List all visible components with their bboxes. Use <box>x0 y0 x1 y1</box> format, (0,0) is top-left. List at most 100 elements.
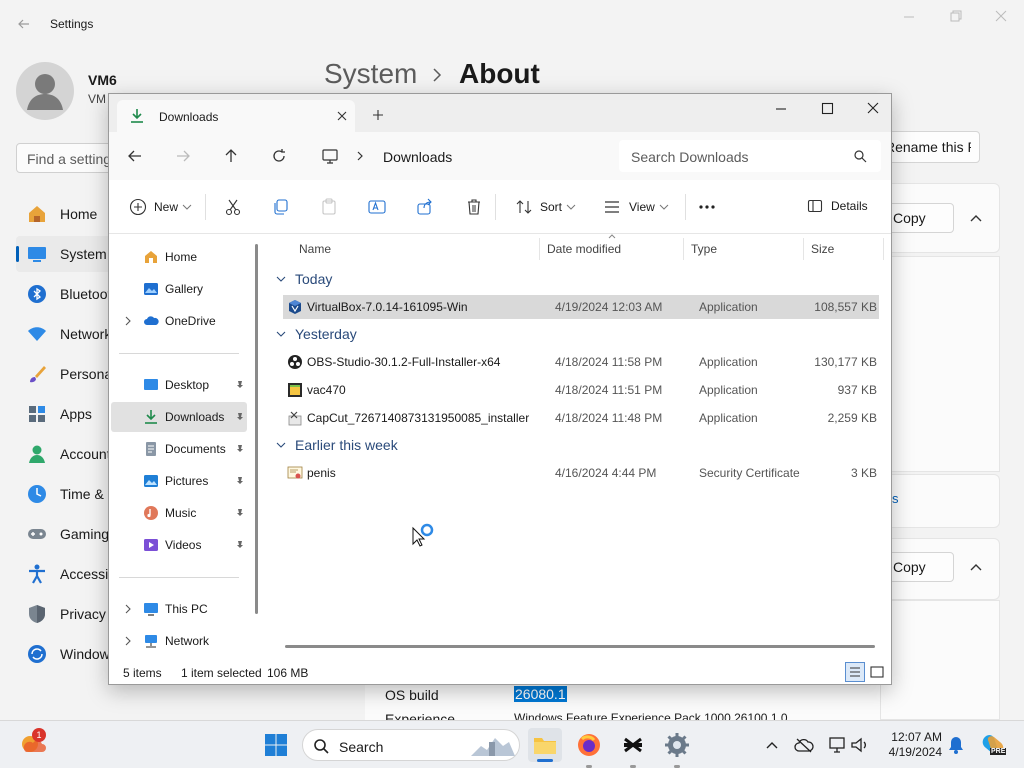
system-clock[interactable]: 12:07 AM 4/19/2024 <box>878 730 942 760</box>
file-row-certificate[interactable]: penis 4/16/2024 4:44 PM Security Certifi… <box>283 461 879 485</box>
column-divider[interactable] <box>803 238 804 260</box>
related-link[interactable]: s <box>892 491 899 506</box>
volume-icon[interactable] <box>850 736 870 754</box>
tiles-view-icon[interactable] <box>869 664 885 680</box>
pin-icon[interactable] <box>235 412 245 422</box>
nav-this-pc[interactable]: This PC <box>111 594 247 624</box>
nav-home[interactable]: Home <box>111 242 247 272</box>
file-row-vac470[interactable]: vac470 4/18/2024 11:51 PM Application 93… <box>283 378 879 402</box>
group-header-today[interactable]: Today <box>275 271 332 287</box>
group-header-earlier-this-week[interactable]: Earlier this week <box>275 437 398 453</box>
pin-icon[interactable] <box>235 540 245 550</box>
taskbar-search[interactable]: Search <box>302 729 520 761</box>
nav-music[interactable]: Music <box>111 498 247 528</box>
refresh-icon[interactable] <box>269 146 289 166</box>
breadcrumb-system[interactable]: System <box>324 58 417 90</box>
back-arrow-icon[interactable] <box>14 14 34 34</box>
display-icon[interactable] <box>828 736 848 754</box>
column-divider[interactable] <box>883 238 884 260</box>
nav-gallery[interactable]: Gallery <box>111 274 247 304</box>
copy-icon[interactable] <box>272 198 290 216</box>
new-button[interactable]: New <box>129 198 193 216</box>
active-indicator <box>537 759 553 762</box>
chevron-up-icon[interactable] <box>966 208 986 228</box>
more-options-icon[interactable] <box>698 198 716 216</box>
nav-scrollbar[interactable] <box>255 244 258 614</box>
folder-icon <box>534 738 556 754</box>
file-row-obs[interactable]: OBS-Studio-30.1.2-Full-Installer-x64 4/1… <box>283 350 879 374</box>
chevron-right-icon[interactable] <box>123 604 133 614</box>
tab-downloads[interactable]: Downloads <box>117 100 355 132</box>
close-icon[interactable] <box>861 99 885 119</box>
nav-onedrive[interactable]: OneDrive <box>111 306 247 336</box>
column-type[interactable]: Type <box>691 242 717 256</box>
weather-widget[interactable]: 1 <box>18 728 48 760</box>
start-icon[interactable] <box>264 733 288 757</box>
file-row-virtualbox[interactable]: VirtualBox-7.0.14-161095-Win 4/19/2024 1… <box>283 295 879 319</box>
share-icon[interactable] <box>416 198 434 216</box>
obs-icon <box>288 355 302 369</box>
close-icon[interactable] <box>989 8 1013 26</box>
certificate-icon <box>287 466 303 479</box>
view-button[interactable]: View <box>603 198 670 216</box>
details-view-button[interactable] <box>845 662 865 682</box>
forward-arrow-icon[interactable] <box>173 146 193 166</box>
onedrive-offline-icon[interactable] <box>794 736 814 754</box>
pc-icon <box>144 603 158 616</box>
download-icon <box>145 410 157 424</box>
file-row-capcut[interactable]: CapCut_7267140873131950085_installer 4/1… <box>283 406 879 430</box>
column-size[interactable]: Size <box>811 242 834 256</box>
up-arrow-icon[interactable] <box>221 146 241 166</box>
address-bar[interactable]: Downloads <box>313 140 613 172</box>
taskbar-file-explorer[interactable] <box>528 728 562 762</box>
new-tab-icon[interactable] <box>371 108 385 122</box>
nav-network[interactable]: Network <box>111 626 247 656</box>
pin-icon[interactable] <box>235 380 245 390</box>
close-tab-icon[interactable] <box>335 109 349 123</box>
pin-icon[interactable] <box>235 444 245 454</box>
minimize-icon[interactable] <box>897 8 921 26</box>
column-date-modified[interactable]: Date modified <box>547 242 621 256</box>
page-title: About <box>459 58 540 89</box>
notification-bell-icon[interactable] <box>948 736 964 754</box>
nav-videos[interactable]: Videos <box>111 530 247 560</box>
details-pane-button[interactable]: Details <box>807 198 868 214</box>
settings-gear-icon[interactable] <box>664 732 690 758</box>
sort-button[interactable]: Sort <box>515 198 577 216</box>
capcut-taskbar-icon[interactable] <box>620 732 646 758</box>
cut-icon[interactable] <box>224 198 242 216</box>
search-downloads-input[interactable]: Search Downloads <box>619 140 881 172</box>
firefox-icon[interactable] <box>576 732 602 758</box>
column-divider[interactable] <box>683 238 684 260</box>
copilot-icon[interactable]: PRE <box>980 732 1007 758</box>
delete-icon[interactable] <box>465 198 483 216</box>
maximize-icon[interactable] <box>815 99 839 119</box>
group-header-yesterday[interactable]: Yesterday <box>275 326 357 342</box>
windows-specs-details <box>880 600 1000 720</box>
chevron-up-icon[interactable] <box>966 557 986 577</box>
nav-documents[interactable]: Documents <box>111 434 247 464</box>
search-icon <box>854 150 867 163</box>
chevron-right-icon[interactable] <box>355 150 365 162</box>
restore-icon[interactable] <box>943 8 967 26</box>
column-name[interactable]: Name <box>299 242 331 256</box>
nav-pictures[interactable]: Pictures <box>111 466 247 496</box>
separator <box>205 194 206 220</box>
nav-desktop[interactable]: Desktop <box>111 370 247 400</box>
chevron-up-icon[interactable] <box>764 737 780 753</box>
chevron-right-icon[interactable] <box>123 636 133 646</box>
minimize-icon[interactable] <box>769 99 793 119</box>
os-build-value[interactable]: 26080.1 <box>514 686 567 702</box>
user-subtitle: VM <box>88 92 106 106</box>
list-view-icon <box>850 667 860 677</box>
rename-pc-button[interactable]: Rename this PC <box>880 131 980 163</box>
pin-icon[interactable] <box>235 508 245 518</box>
back-arrow-icon[interactable] <box>125 146 145 166</box>
nav-downloads[interactable]: Downloads <box>111 402 247 432</box>
paste-icon[interactable] <box>320 198 338 216</box>
rename-icon[interactable] <box>368 198 386 216</box>
pin-icon[interactable] <box>235 476 245 486</box>
chevron-right-icon[interactable] <box>123 316 133 326</box>
horizontal-scrollbar[interactable] <box>285 645 875 648</box>
column-divider[interactable] <box>539 238 540 260</box>
